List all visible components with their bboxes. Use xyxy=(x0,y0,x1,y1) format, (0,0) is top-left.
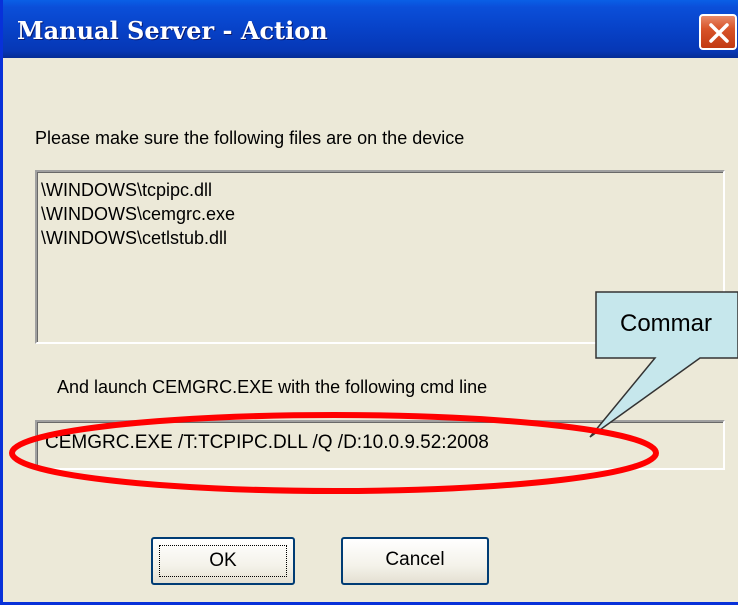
callout-shape xyxy=(589,291,738,438)
callout-label: Commar xyxy=(620,310,713,337)
